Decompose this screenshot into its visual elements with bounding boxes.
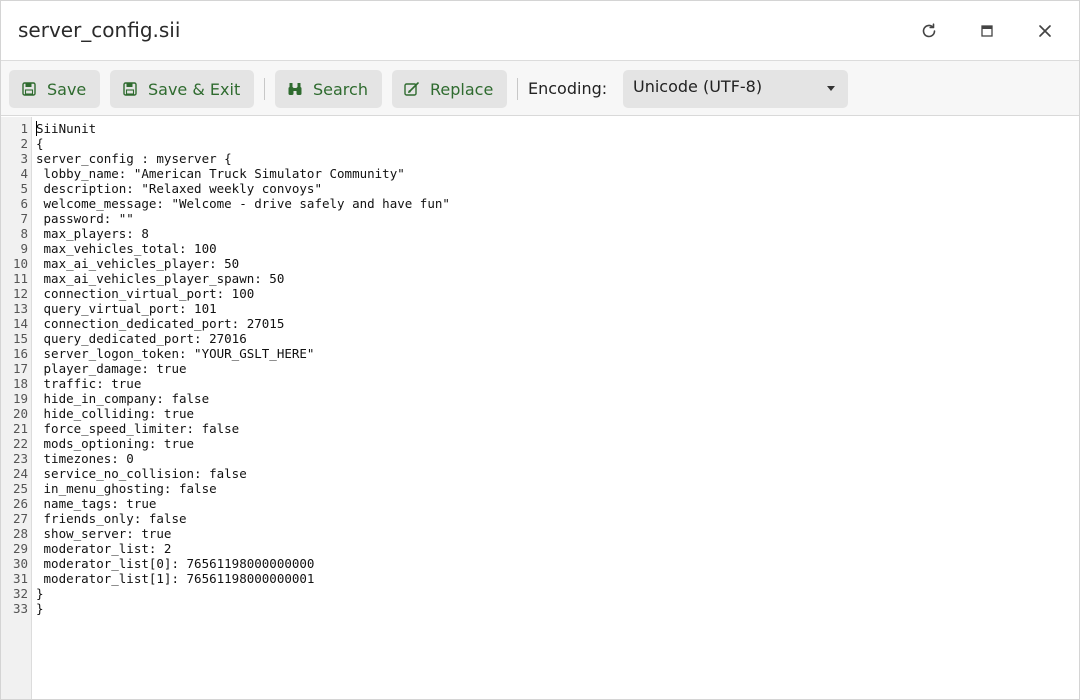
line-number: 29 [12,541,28,556]
encoding-label: Encoding: [528,79,608,98]
code-line[interactable]: mods_optioning: true [36,436,195,451]
code-line[interactable]: server_config : myserver { [36,151,232,166]
title-bar: server_config.sii [1,1,1079,61]
toolbar-divider [264,78,265,100]
line-number: 30 [12,556,28,571]
line-number: 33 [12,601,28,616]
line-number: 3 [20,151,28,166]
replace-button[interactable]: Replace [392,70,507,108]
save-and-exit-label: Save & Exit [148,79,241,99]
code-line[interactable]: lobby_name: "American Truck Simulator Co… [36,166,405,181]
line-number: 8 [20,226,28,241]
line-number: 27 [12,511,28,526]
line-number: 4 [20,166,28,181]
line-number: 28 [12,526,28,541]
line-number: 16 [12,346,28,361]
code-line[interactable]: max_vehicles_total: 100 [36,241,217,256]
code-line[interactable]: player_damage: true [36,361,187,376]
line-number: 9 [20,241,28,256]
replace-icon [404,81,420,97]
save-button-label: Save [47,79,87,99]
code-line[interactable]: moderator_list: 2 [36,541,172,556]
line-number-gutter: 1 2 3 4 5 6 7 8 9 10 11 12 13 14 15 16 17 18 19 20 21 22 23 24 2… [1,117,32,699]
code-line[interactable]: SiiNunit [36,121,96,136]
refresh-button[interactable] [915,17,943,45]
close-button[interactable] [1031,17,1059,45]
line-number: 19 [12,391,28,406]
refresh-icon [922,23,936,38]
save-button[interactable]: Save [9,70,100,108]
line-number: 11 [12,271,28,286]
binoculars-icon [287,81,303,97]
code-line[interactable]: traffic: true [36,376,142,391]
save-icon [21,81,37,97]
code-line[interactable]: max_players: 8 [36,226,149,241]
code-line[interactable]: password: "" [36,211,134,226]
code-line[interactable]: server_logon_token: "YOUR_GSLT_HERE" [36,346,315,361]
close-icon [1039,25,1051,37]
line-number: 6 [20,196,28,211]
code-line[interactable]: hide_in_company: false [36,391,210,406]
code-line[interactable]: name_tags: true [36,496,157,511]
code-line[interactable]: description: "Relaxed weekly convoys" [36,181,322,196]
code-line[interactable]: friends_only: false [36,511,187,526]
toolbar-divider [517,78,518,100]
code-editor[interactable]: 1 2 3 4 5 6 7 8 9 10 11 12 13 14 15 16 17 18 19 20 21 22 23 24 2… [1,117,1079,699]
line-number: 20 [12,406,28,421]
line-number: 24 [12,466,28,481]
line-number: 14 [12,316,28,331]
code-line[interactable]: timezones: 0 [36,451,134,466]
line-number: 26 [12,496,28,511]
window-title: server_config.sii [18,18,181,42]
replace-button-label: Replace [430,79,494,99]
encoding-value: Unicode (UTF-8) [633,77,763,96]
save-icon [122,81,138,97]
text-cursor [36,121,37,136]
save-and-exit-button[interactable]: Save & Exit [110,70,254,108]
code-line[interactable]: force_speed_limiter: false [36,421,240,436]
editor-window: server_config.sii Save Save & Exit Searc… [0,0,1080,700]
line-number: 18 [12,376,28,391]
line-number: 13 [12,301,28,316]
line-number: 15 [12,331,28,346]
code-line[interactable]: query_dedicated_port: 27016 [36,331,247,346]
line-number: 5 [20,181,28,196]
chevron-down-icon [827,86,835,91]
code-line[interactable]: connection_virtual_port: 100 [36,286,255,301]
maximize-button[interactable] [973,17,1001,45]
code-line[interactable]: query_virtual_port: 101 [36,301,217,316]
line-number: 2 [20,136,28,151]
code-line[interactable]: show_server: true [36,526,172,541]
line-number: 17 [12,361,28,376]
code-line[interactable]: max_ai_vehicles_player_spawn: 50 [36,271,285,286]
line-number: 31 [12,571,28,586]
code-line[interactable]: hide_colliding: true [36,406,195,421]
line-number: 10 [12,256,28,271]
line-number: 23 [12,451,28,466]
code-line[interactable]: service_no_collision: false [36,466,247,481]
line-number: 32 [12,586,28,601]
line-number: 1 [20,121,28,136]
code-line[interactable]: moderator_list[0]: 76561198000000000 [36,556,315,571]
code-line[interactable]: } [36,586,44,601]
line-number: 25 [12,481,28,496]
line-number: 12 [12,286,28,301]
maximize-icon [981,25,993,37]
code-line[interactable]: { [36,136,44,151]
code-line[interactable]: moderator_list[1]: 76561198000000001 [36,571,315,586]
line-number: 7 [20,211,28,226]
line-number: 21 [12,421,28,436]
search-button-label: Search [313,79,368,99]
encoding-select[interactable]: Unicode (UTF-8) [623,70,848,108]
line-number: 22 [12,436,28,451]
code-line[interactable]: welcome_message: "Welcome - drive safely… [36,196,450,211]
code-line[interactable]: connection_dedicated_port: 27015 [36,316,285,331]
code-line[interactable]: in_menu_ghosting: false [36,481,217,496]
code-line[interactable]: } [36,601,44,616]
search-button[interactable]: Search [275,70,382,108]
code-line[interactable]: max_ai_vehicles_player: 50 [36,256,240,271]
